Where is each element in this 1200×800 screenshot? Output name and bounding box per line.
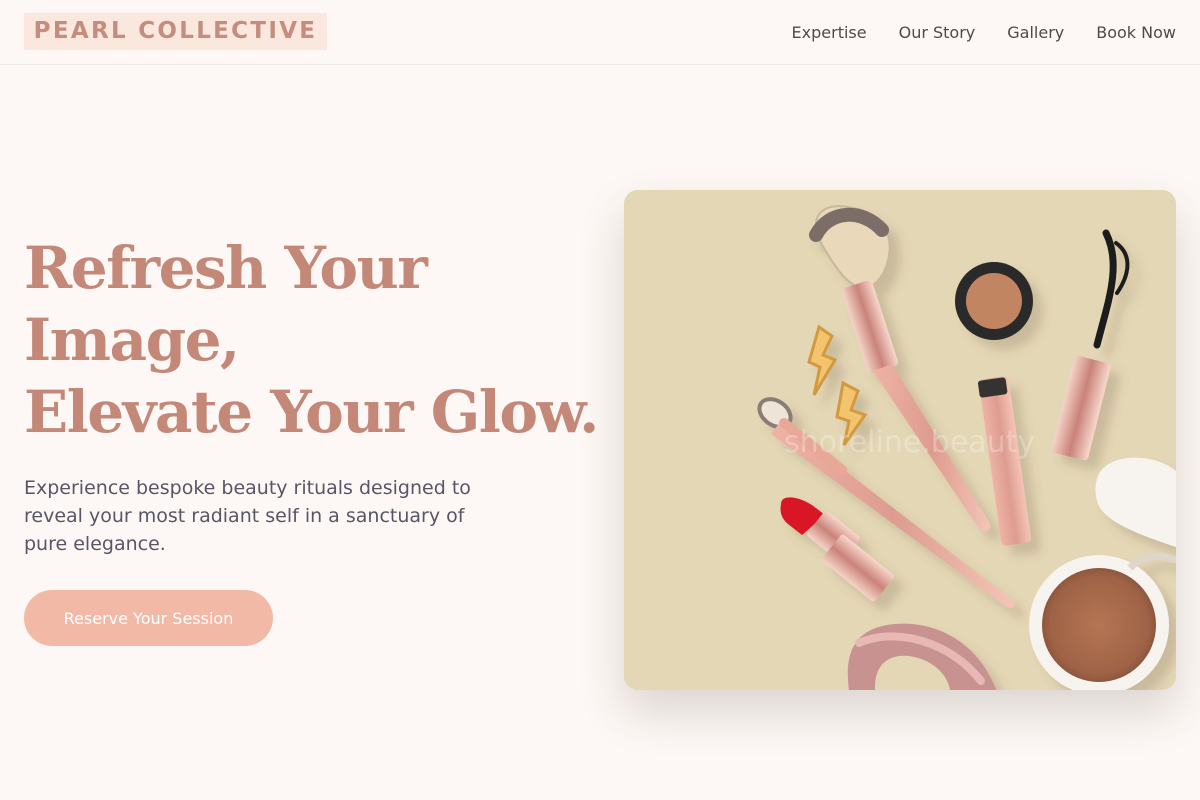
hero-headline-line-1: Refresh Your bbox=[24, 234, 428, 302]
site-header: PEARL COLLECTIVE Expertise Our Story Gal… bbox=[0, 0, 1200, 65]
hero-headline-line-3: Elevate Your Glow. bbox=[24, 378, 599, 446]
hero-headline: Refresh Your Image, Elevate Your Glow. bbox=[24, 232, 604, 448]
image-watermark: shoreline.beauty bbox=[784, 425, 1035, 460]
hero-description: Experience bespoke beauty rituals design… bbox=[24, 477, 471, 555]
brand-logo[interactable]: PEARL COLLECTIVE bbox=[24, 13, 327, 50]
hero-headline-line-2: Image, bbox=[24, 306, 240, 374]
compact-mirror-icon bbox=[955, 262, 1033, 340]
makeup-products-image: shoreline.beauty bbox=[624, 190, 1176, 690]
primary-navigation: Expertise Our Story Gallery Book Now bbox=[792, 20, 1176, 44]
nav-expertise-link[interactable]: Expertise bbox=[792, 23, 867, 42]
nav-our-story-link[interactable]: Our Story bbox=[899, 23, 976, 42]
nav-book-now-link[interactable]: Book Now bbox=[1096, 23, 1176, 42]
reserve-session-button[interactable]: Reserve Your Session bbox=[24, 590, 273, 646]
makeup-products-illustration: shoreline.beauty bbox=[624, 190, 1176, 690]
nav-gallery-link[interactable]: Gallery bbox=[1007, 23, 1064, 42]
